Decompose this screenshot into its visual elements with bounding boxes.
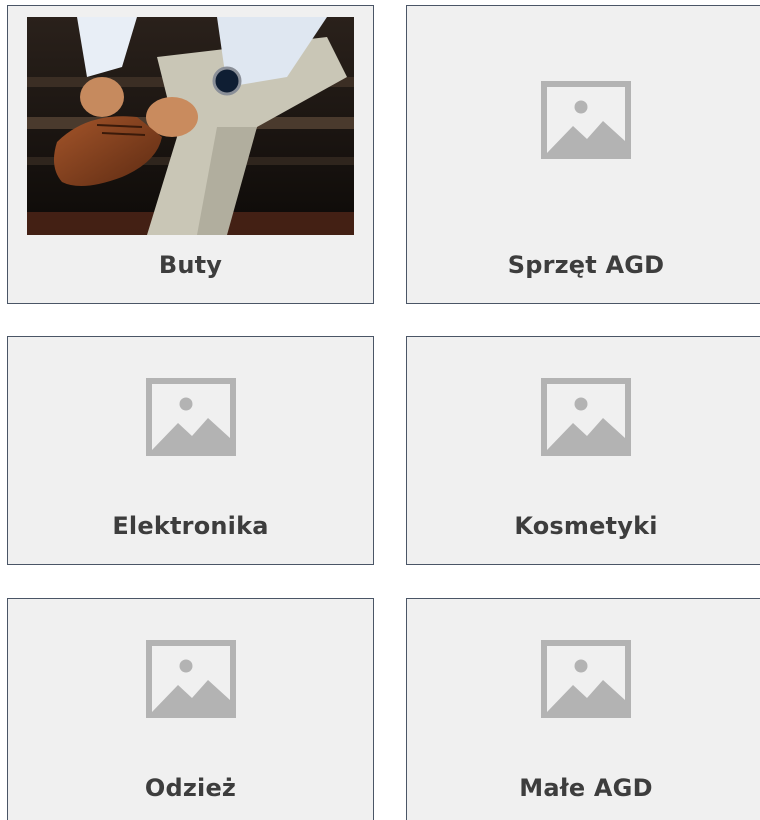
category-card-elektronika[interactable]: Elektronika xyxy=(7,336,374,565)
image-placeholder-icon xyxy=(145,378,236,456)
image-placeholder-icon xyxy=(541,81,631,159)
category-grid: Buty Sprzęt AGD Elektronika Kosmetyki Od… xyxy=(0,0,760,820)
category-label: Małe AGD xyxy=(519,774,653,802)
category-card-male-agd[interactable]: Małe AGD xyxy=(406,598,760,820)
category-label: Odzież xyxy=(144,774,237,802)
category-image-buty xyxy=(27,17,354,235)
category-card-sprzet-agd[interactable]: Sprzęt AGD xyxy=(406,5,760,304)
image-placeholder-icon xyxy=(541,378,631,456)
category-label: Sprzęt AGD xyxy=(507,251,665,279)
category-card-odziez[interactable]: Odzież xyxy=(7,598,374,820)
shoe-photo xyxy=(27,17,354,235)
image-placeholder-icon xyxy=(145,640,236,718)
category-label: Buty xyxy=(158,251,223,279)
category-label: Kosmetyki xyxy=(514,512,658,540)
category-card-buty[interactable]: Buty xyxy=(7,5,374,304)
category-label: Elektronika xyxy=(112,512,269,540)
category-card-kosmetyki[interactable]: Kosmetyki xyxy=(406,336,760,565)
image-placeholder-icon xyxy=(541,640,631,718)
